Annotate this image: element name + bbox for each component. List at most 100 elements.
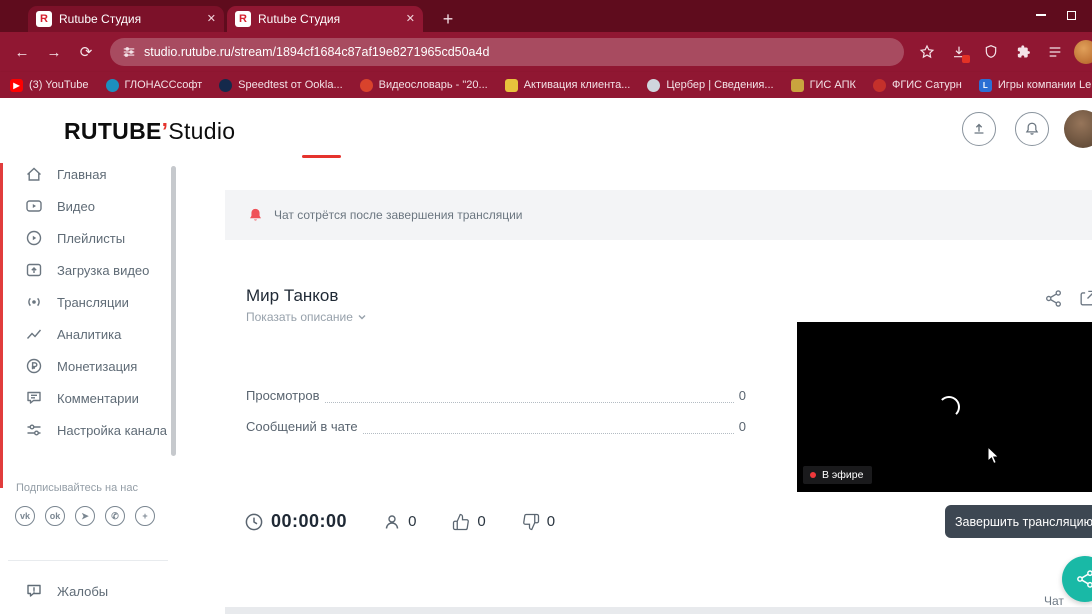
address-bar[interactable]: studio.rutube.ru/stream/1894cf1684c87af1… [110,38,904,66]
dotted-leader [362,423,734,434]
analytics-icon [26,329,42,339]
new-tab-button[interactable]: + [436,7,460,31]
maximize-button[interactable] [1056,0,1086,30]
browser-tab-2[interactable]: R Rutube Студия ✕ [227,6,423,32]
vk-icon[interactable]: vk [15,506,35,526]
sidebar-item-playlists[interactable]: Плейлисты [0,222,176,254]
notifications-button[interactable] [1015,112,1049,146]
viewers-count: 0 [383,513,416,531]
upload-button[interactable] [962,112,996,146]
sidebar-scrollbar[interactable] [171,166,176,456]
bookmarks-bar: ▶ (3) YouTube ГЛОНАССсофт Speedtest от Oo… [0,72,1092,98]
likes-count[interactable]: 0 [452,513,486,531]
reload-button[interactable]: ⟳ [72,38,100,66]
bookmark-item[interactable]: ФГИС Сатурн [872,78,962,92]
ok-icon[interactable]: ok [45,506,65,526]
settings-icon [27,424,41,436]
external-link-icon [1080,290,1092,306]
viewer-icon [383,513,401,531]
stream-title: Мир Танков [246,286,339,305]
rutube-favicon: R [36,11,52,27]
media-controls-icon[interactable] [1042,39,1068,65]
tab-close-icon[interactable]: ✕ [207,13,216,25]
saturn-favicon [872,78,886,92]
chevron-down-icon [358,315,366,320]
bookmark-item[interactable]: ▶ (3) YouTube [10,78,89,92]
sidebar-nav: Главная Видео Плейлисты Загрузка видео Т… [0,158,176,446]
playlist-icon [26,230,42,246]
youtube-favicon: ▶ [10,78,23,92]
thumbs-down-icon [522,513,540,531]
video-icon [26,200,42,212]
sidebar-item-home[interactable]: Главная [0,158,176,190]
sidebar-item-analytics[interactable]: Аналитика [0,318,176,350]
show-description-toggle[interactable]: Показать описание [246,310,367,324]
sidebar-item-upload-video[interactable]: Загрузка видео [0,254,176,286]
bookmark-star-icon[interactable] [914,39,940,65]
recording-indicator [0,163,3,488]
rutube-studio-logo[interactable]: RUTUBE’Studio [64,118,235,145]
bookmark-item[interactable]: Цербер | Сведения... [647,78,774,92]
bell-icon [1025,122,1039,135]
sidebar-item-monetization[interactable]: Монетизация [0,350,176,382]
toolbar-actions [914,39,1092,65]
timer-value: 00:00:00 [271,511,348,531]
maximize-icon [1066,10,1076,20]
comments-icon [27,391,41,404]
telegram-icon[interactable]: ➤ [75,506,95,526]
bookmark-item[interactable]: ГЛОНАССсофт [105,78,202,92]
sidebar-item-comments[interactable]: Комментарии [0,382,176,414]
close-button[interactable]: ✕ [1086,0,1092,30]
active-tab-underline [302,155,341,158]
money-icon [26,358,42,374]
channel-avatar[interactable] [1064,110,1092,148]
broadcast-icon [28,297,40,307]
stream-player[interactable]: В эфире [797,322,1092,492]
notice-text: Чат сотрётся после завершения трансляции [274,208,523,222]
chat-notice-banner: Чат сотрётся после завершения трансляции [225,190,1092,240]
forward-button[interactable]: → [40,38,68,66]
chat-messages-stat-row: Сообщений в чате 0 [246,419,746,434]
tab-close-icon[interactable]: ✕ [406,13,415,25]
alert-bell-icon [250,208,261,221]
sidebar-item-video[interactable]: Видео [0,190,176,222]
share-stream-button[interactable] [1044,289,1064,309]
sidebar-item-complaints[interactable]: Жалобы [0,574,176,608]
site-info-icon[interactable] [122,45,136,59]
bookmark-item[interactable]: Видеословарь - "20... [359,78,488,92]
next-section-edge [225,607,1092,614]
bookmark-item[interactable]: Speedtest от Ookla... [219,78,343,92]
rutube-favicon: R [235,11,251,27]
open-stream-button[interactable] [1078,289,1092,309]
share-fab-icon [1077,570,1092,588]
dotted-leader [324,392,734,403]
extensions-puzzle-icon[interactable] [1010,39,1036,65]
shield-icon[interactable] [978,39,1004,65]
screen: R Rutube Студия ✕ R Rutube Студия ✕ + ✕ … [0,0,1092,614]
more-social-icon[interactable]: + [135,506,155,526]
url-text: studio.rutube.ru/stream/1894cf1684c87af1… [144,45,490,59]
mouse-cursor [987,446,1000,465]
cerber-favicon [647,78,661,92]
sidebar-item-channel-settings[interactable]: Настройка канала [0,414,176,446]
games-favicon: L [978,78,992,92]
bookmark-item[interactable]: L Игры компании Le... [978,78,1092,92]
complaint-icon [27,584,41,597]
bookmark-item[interactable]: ГИС АПК [790,78,856,92]
download-badge [962,55,970,63]
browser-tab-1[interactable]: R Rutube Студия ✕ [28,6,224,32]
viber-icon[interactable]: ✆ [105,506,125,526]
share-fab-button[interactable] [1062,556,1092,602]
browser-profile-avatar[interactable] [1074,40,1092,64]
live-dot-icon [810,472,816,478]
download-icon[interactable] [946,39,972,65]
dislikes-count[interactable]: 0 [522,513,555,531]
sidebar-item-streams[interactable]: Трансляции [0,286,176,318]
loading-spinner-icon [938,396,960,418]
minimize-button[interactable] [1026,0,1056,30]
end-stream-button[interactable]: Завершить трансляцию [945,505,1092,538]
bookmark-item[interactable]: Активация клиента... [504,78,630,92]
subscribe-label: Подписывайтесь на нас [16,482,138,494]
minimize-icon [1036,14,1046,16]
back-button[interactable]: ← [8,38,36,66]
